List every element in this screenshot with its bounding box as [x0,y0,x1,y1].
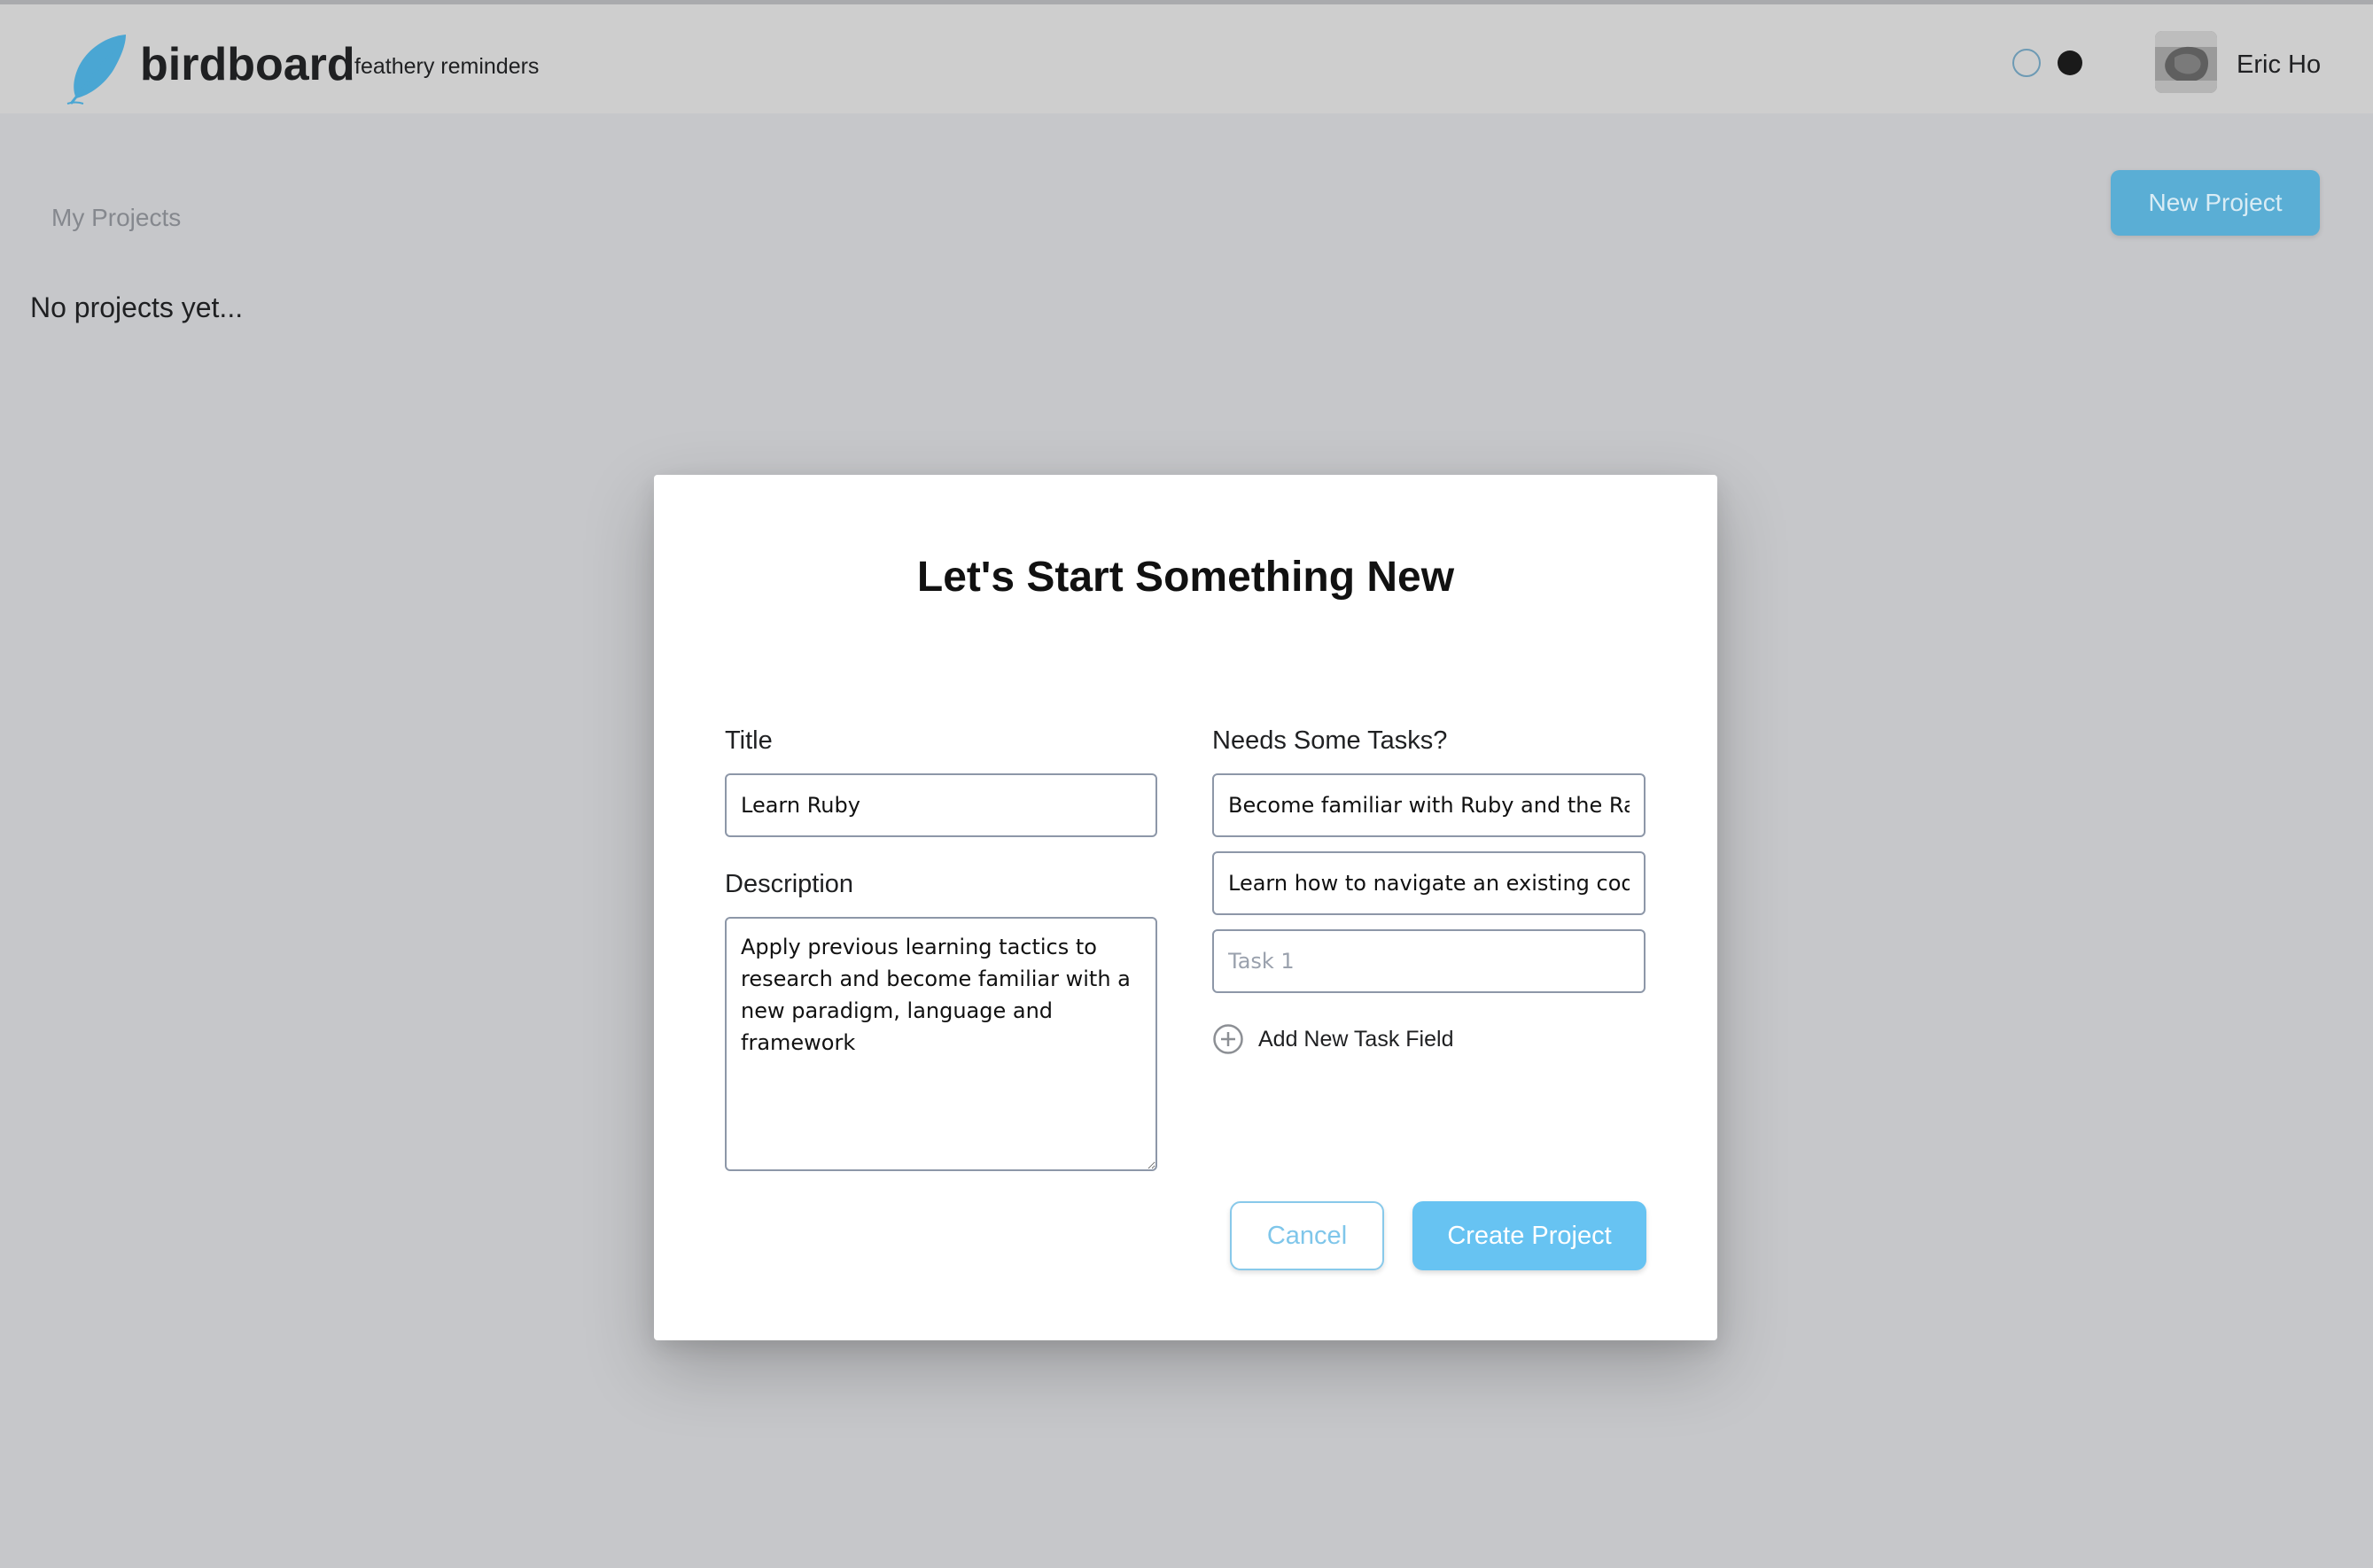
task-input-2[interactable] [1212,851,1646,915]
dark-theme-toggle-icon[interactable] [2058,50,2082,75]
new-project-modal: Let's Start Something New Title Descript… [654,475,1717,1340]
modal-title: Let's Start Something New [916,554,1455,601]
tasks-label: Needs Some Tasks? [1212,726,1448,755]
feather-icon[interactable] [64,29,131,105]
user-name[interactable]: Eric Ho [2237,50,2321,80]
title-label: Title [725,726,773,755]
avatar[interactable] [2155,31,2217,93]
title-input[interactable] [725,773,1157,837]
task-input-1[interactable] [1212,773,1646,837]
brand-name[interactable]: birdboard [140,38,355,91]
navbar: birdboard feathery reminders Eric Ho [0,4,2373,113]
description-textarea[interactable]: Apply previous learning tactics to resea… [725,917,1157,1171]
cancel-button[interactable]: Cancel [1230,1201,1384,1270]
light-theme-toggle-icon[interactable] [2012,49,2041,77]
task-input-3[interactable] [1212,929,1646,993]
add-task-label: Add New Task Field [1258,1026,1454,1052]
plus-circle-icon [1213,1024,1243,1054]
create-project-button[interactable]: Create Project [1412,1201,1646,1270]
description-label: Description [725,870,854,898]
avatar-image-icon [2155,31,2217,93]
brand-tagline: feathery reminders [354,54,540,79]
add-task-field-button[interactable]: Add New Task Field [1212,1021,1453,1057]
